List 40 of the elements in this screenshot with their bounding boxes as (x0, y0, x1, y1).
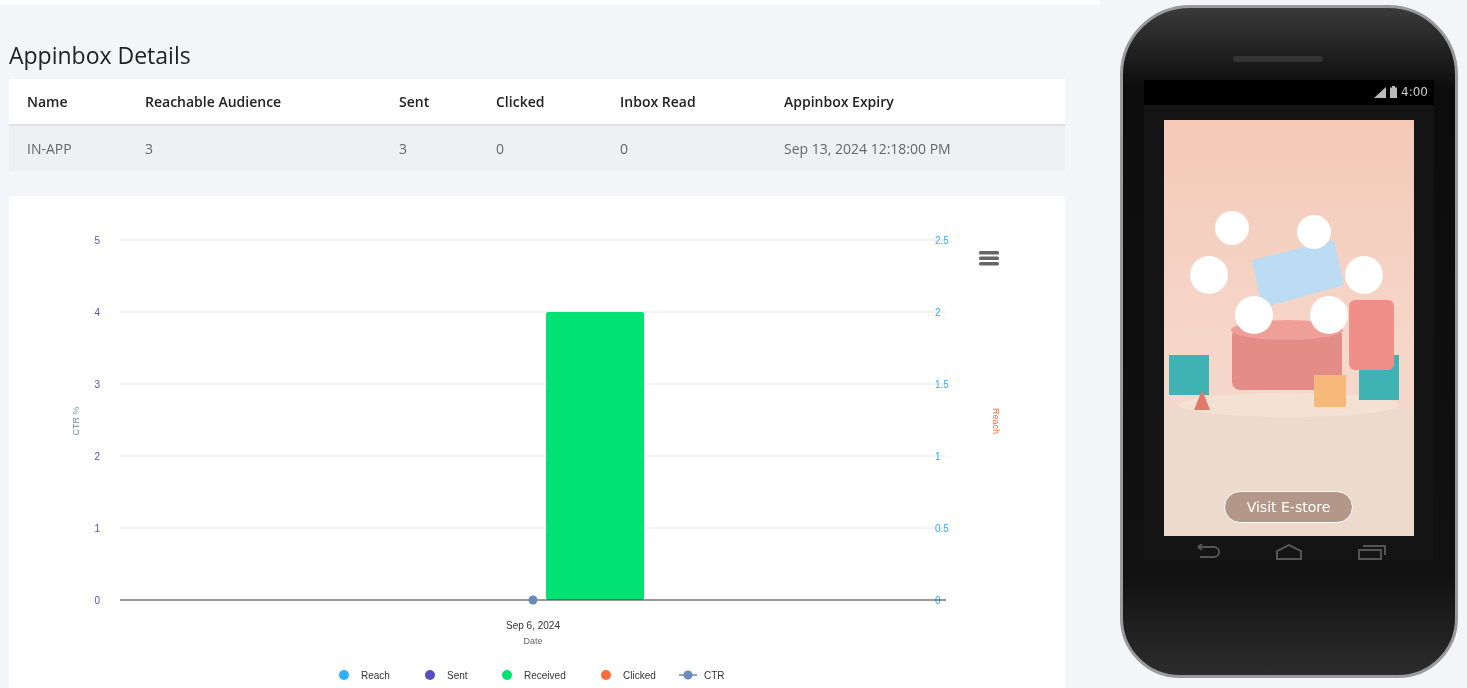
table-cell-text: 0 (620, 138, 628, 160)
column-header: Clicked (496, 91, 545, 113)
home-icon[interactable] (1275, 544, 1303, 560)
y-axis-label: 1 (935, 451, 941, 462)
axis-title: CTR % (71, 406, 81, 436)
y-axis-label: 0 (94, 595, 100, 606)
battery-icon (1390, 86, 1398, 99)
axis-title: Reach (991, 408, 1001, 434)
legend-item[interactable]: Sent (447, 670, 468, 681)
y-axis-label: 1.5 (935, 379, 949, 390)
y-axis-label: 2 (94, 451, 100, 462)
y-axis-label: 1 (94, 523, 100, 534)
y-axis-label: 5 (94, 235, 100, 246)
column-header: Reachable Audience (145, 91, 282, 113)
table-cell-text: 3 (145, 138, 153, 160)
column-header: Name (27, 91, 68, 113)
table-cell-text: Sep 13, 2024 12:18:00 PM (784, 138, 951, 160)
table-cell-text: 3 (399, 138, 407, 160)
column-header: Inbox Read (620, 91, 696, 113)
table-cell-text: IN-APP (27, 138, 72, 160)
legend-item[interactable]: Received (524, 670, 566, 681)
legend-item[interactable]: Reach (361, 670, 390, 681)
y-axis-label: 0 (935, 595, 941, 606)
legend-item[interactable]: CTR (704, 670, 725, 681)
x-axis-label: Sep 6, 2024 (506, 620, 560, 631)
y-axis-label: 4 (94, 307, 100, 318)
y-axis-label: 0.5 (935, 523, 949, 534)
recent-apps-icon[interactable] (1358, 544, 1387, 560)
y-axis-label: 3 (94, 379, 100, 390)
y-axis-label: 2 (935, 307, 941, 318)
status-time: 4:00 (1401, 85, 1428, 100)
signal-icon (1374, 86, 1387, 98)
page-title: Appinbox Details (9, 41, 192, 69)
legend-item[interactable]: Clicked (623, 670, 656, 681)
axis-title: Date (523, 636, 543, 646)
table-cell-text: 0 (496, 138, 504, 160)
menu-icon[interactable] (979, 251, 999, 266)
column-header: Appinbox Expiry (784, 91, 894, 113)
column-header: Sent (399, 91, 430, 113)
y-axis-label: 2.5 (935, 235, 949, 246)
